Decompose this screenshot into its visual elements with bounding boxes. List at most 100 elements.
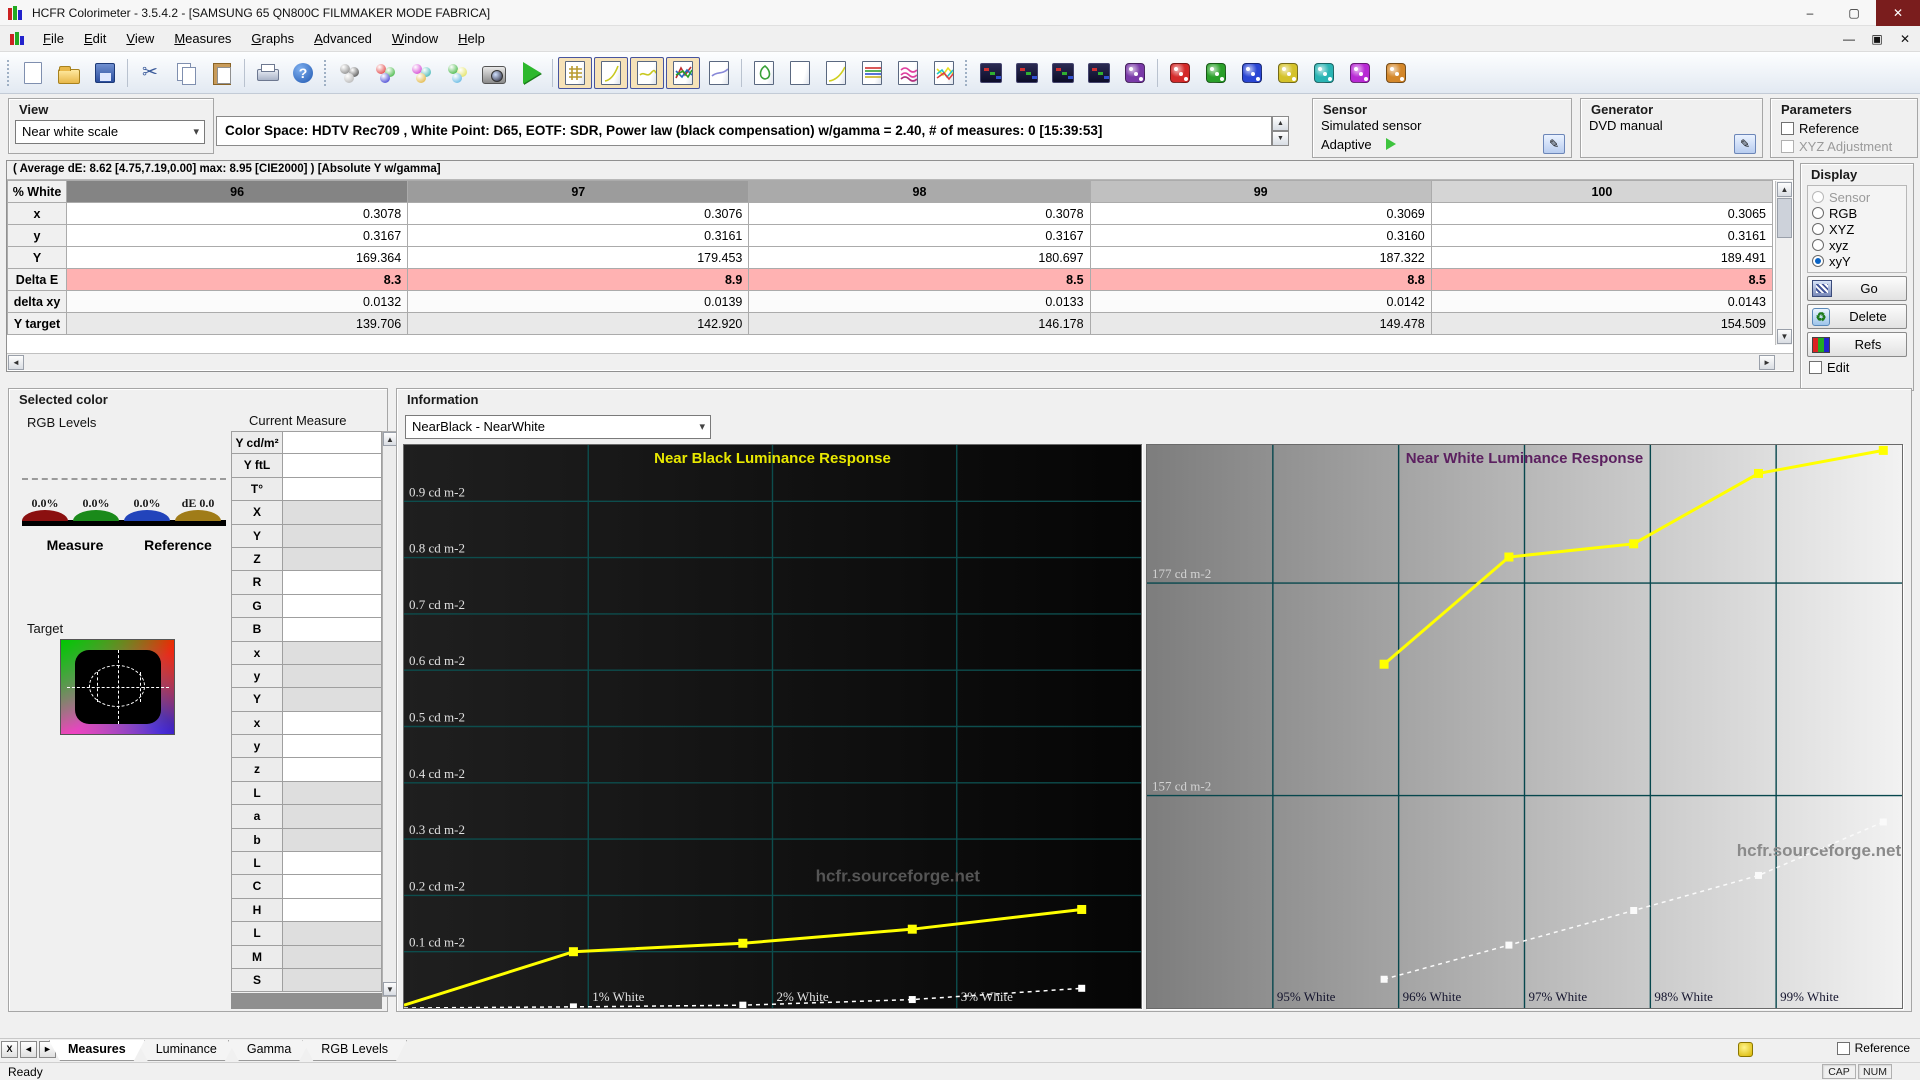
delete-button[interactable]: ♻ Delete [1807, 304, 1907, 329]
sensor-balls-button[interactable] [333, 57, 367, 89]
measure-saturations-button[interactable] [1082, 57, 1116, 89]
table-cell[interactable]: 8.8 [1090, 269, 1431, 291]
new-file-button[interactable] [16, 57, 50, 89]
menu-advanced[interactable]: Advanced [304, 27, 382, 50]
table-cell[interactable]: 0.3167 [67, 225, 408, 247]
open-file-button[interactable] [52, 57, 86, 89]
radio-icon[interactable] [1812, 207, 1824, 219]
combined-view-button[interactable] [927, 57, 961, 89]
maximize-button[interactable]: ▢ [1832, 0, 1876, 26]
minimize-button[interactable]: – [1788, 0, 1832, 26]
scrollbar-thumb[interactable] [1777, 198, 1792, 238]
info-spinner[interactable]: ▲ ▼ [1272, 116, 1289, 146]
radio-icon[interactable] [1812, 239, 1824, 251]
menu-view[interactable]: View [116, 27, 164, 50]
color-cluster2-button[interactable] [441, 57, 475, 89]
table-cell[interactable]: 8.3 [67, 269, 408, 291]
print-button[interactable] [250, 57, 284, 89]
table-row-y[interactable]: y0.31670.31610.31670.31600.3161 [8, 225, 1773, 247]
sensor-play-icon[interactable] [1386, 138, 1396, 150]
table-row-delta-e[interactable]: Delta E8.38.98.58.88.5 [8, 269, 1773, 291]
table-cell[interactable]: 0.0143 [1431, 291, 1772, 313]
tabs-close-button[interactable]: X [1, 1041, 18, 1058]
measure-allcolors-button[interactable] [1379, 57, 1413, 89]
table-cell[interactable]: 8.9 [408, 269, 749, 291]
cm-scroll-up-icon[interactable]: ▲ [383, 432, 397, 446]
gamma-view-button[interactable] [819, 57, 853, 89]
reference-checkbox-row[interactable]: Reference [1781, 121, 1917, 136]
table-cell[interactable]: 0.3078 [749, 203, 1090, 225]
measure-green-button[interactable] [1199, 57, 1233, 89]
measure-nearwhite-button[interactable] [1046, 57, 1080, 89]
mdi-minimize-icon[interactable]: — [1840, 32, 1858, 46]
menu-graphs[interactable]: Graphs [241, 27, 304, 50]
go-button[interactable]: Go [1807, 276, 1907, 301]
rgb-balls-button[interactable] [369, 57, 403, 89]
table-cell[interactable]: 146.178 [749, 313, 1090, 335]
table-vertical-scrollbar[interactable]: ▲ ▼ [1775, 181, 1792, 345]
table-cell[interactable]: 0.0133 [749, 291, 1090, 313]
scroll-down-icon[interactable]: ▼ [1777, 329, 1792, 344]
edit-checkbox-row[interactable]: Edit [1809, 360, 1913, 375]
table-cell[interactable]: 0.3076 [408, 203, 749, 225]
menu-measures[interactable]: Measures [164, 27, 241, 50]
generator-edit-icon[interactable]: ✎ [1734, 134, 1756, 154]
table-cell[interactable]: 187.322 [1090, 247, 1431, 269]
measure-nearblack-button[interactable] [1010, 57, 1044, 89]
table-cell[interactable]: 169.364 [67, 247, 408, 269]
spinner-up-icon[interactable]: ▲ [1272, 116, 1289, 131]
column-header-96[interactable]: 96 [67, 181, 408, 203]
mdi-restore-icon[interactable]: ▣ [1868, 32, 1886, 46]
radio-icon[interactable] [1812, 191, 1824, 203]
table-cell[interactable]: 0.3078 [67, 203, 408, 225]
table-cell[interactable]: 142.920 [408, 313, 749, 335]
table-row-y[interactable]: Y169.364179.453180.697187.322189.491 [8, 247, 1773, 269]
save-button[interactable] [88, 57, 122, 89]
cie-diagram-button[interactable] [747, 57, 781, 89]
display-radio-rgb[interactable]: RGB [1812, 205, 1902, 221]
information-selector[interactable]: NearBlack - NearWhite ▾ [405, 415, 711, 439]
menu-window[interactable]: Window [382, 27, 448, 50]
paste-button[interactable] [205, 57, 239, 89]
table-cell[interactable]: 0.3167 [749, 225, 1090, 247]
measurements-table[interactable]: % White96979899100x0.30780.30760.30780.3… [7, 180, 1773, 335]
edit-checkbox[interactable] [1809, 361, 1822, 374]
luminance-view-button[interactable] [702, 57, 736, 89]
radio-icon[interactable] [1812, 223, 1824, 235]
tab-measures[interactable]: Measures [49, 1040, 145, 1061]
hint-bulb-icon[interactable] [1738, 1042, 1753, 1057]
mdi-close-icon[interactable]: ✕ [1896, 32, 1914, 46]
table-cell[interactable]: 0.3065 [1431, 203, 1772, 225]
cm-scroll-down-icon[interactable]: ▼ [383, 982, 397, 996]
near-black-white-view-button[interactable] [630, 57, 664, 89]
tab-luminance[interactable]: Luminance [137, 1040, 236, 1061]
column-header-97[interactable]: 97 [408, 181, 749, 203]
table-cell[interactable]: 0.3161 [408, 225, 749, 247]
copy-button[interactable] [169, 57, 203, 89]
table-cell[interactable]: 189.491 [1431, 247, 1772, 269]
table-cell[interactable]: 0.3069 [1090, 203, 1431, 225]
menu-edit[interactable]: Edit [74, 27, 116, 50]
table-row-x[interactable]: x0.30780.30760.30780.30690.3065 [8, 203, 1773, 225]
table-cell[interactable]: 0.0132 [67, 291, 408, 313]
refs-button[interactable]: Refs [1807, 332, 1907, 357]
menu-help[interactable]: Help [448, 27, 495, 50]
scroll-right-icon[interactable]: ► [1759, 355, 1775, 370]
measure-grayscale-button[interactable] [974, 57, 1008, 89]
table-cell[interactable]: 8.5 [1431, 269, 1772, 291]
run-measures-button[interactable] [513, 57, 547, 89]
close-button[interactable]: ✕ [1876, 0, 1920, 26]
color-cluster-button[interactable] [405, 57, 439, 89]
display-radio-xyz[interactable]: xyz [1812, 237, 1902, 253]
measure-blue-button[interactable] [1235, 57, 1269, 89]
saturation-view-button[interactable] [891, 57, 925, 89]
table-row-y-target[interactable]: Y target139.706142.920146.178149.478154.… [8, 313, 1773, 335]
scroll-left-icon[interactable]: ◄ [8, 355, 24, 370]
table-horizontal-scrollbar[interactable]: ◄ ► [7, 353, 1793, 370]
display-radio-xyz[interactable]: XYZ [1812, 221, 1902, 237]
column-header-100[interactable]: 100 [1431, 181, 1772, 203]
table-cell[interactable]: 0.3161 [1431, 225, 1772, 247]
tabs-scroll-left-button[interactable]: ◄ [20, 1041, 37, 1058]
view-selector[interactable]: Near white scale ▾ [15, 120, 205, 144]
table-cell[interactable]: 0.3160 [1090, 225, 1431, 247]
